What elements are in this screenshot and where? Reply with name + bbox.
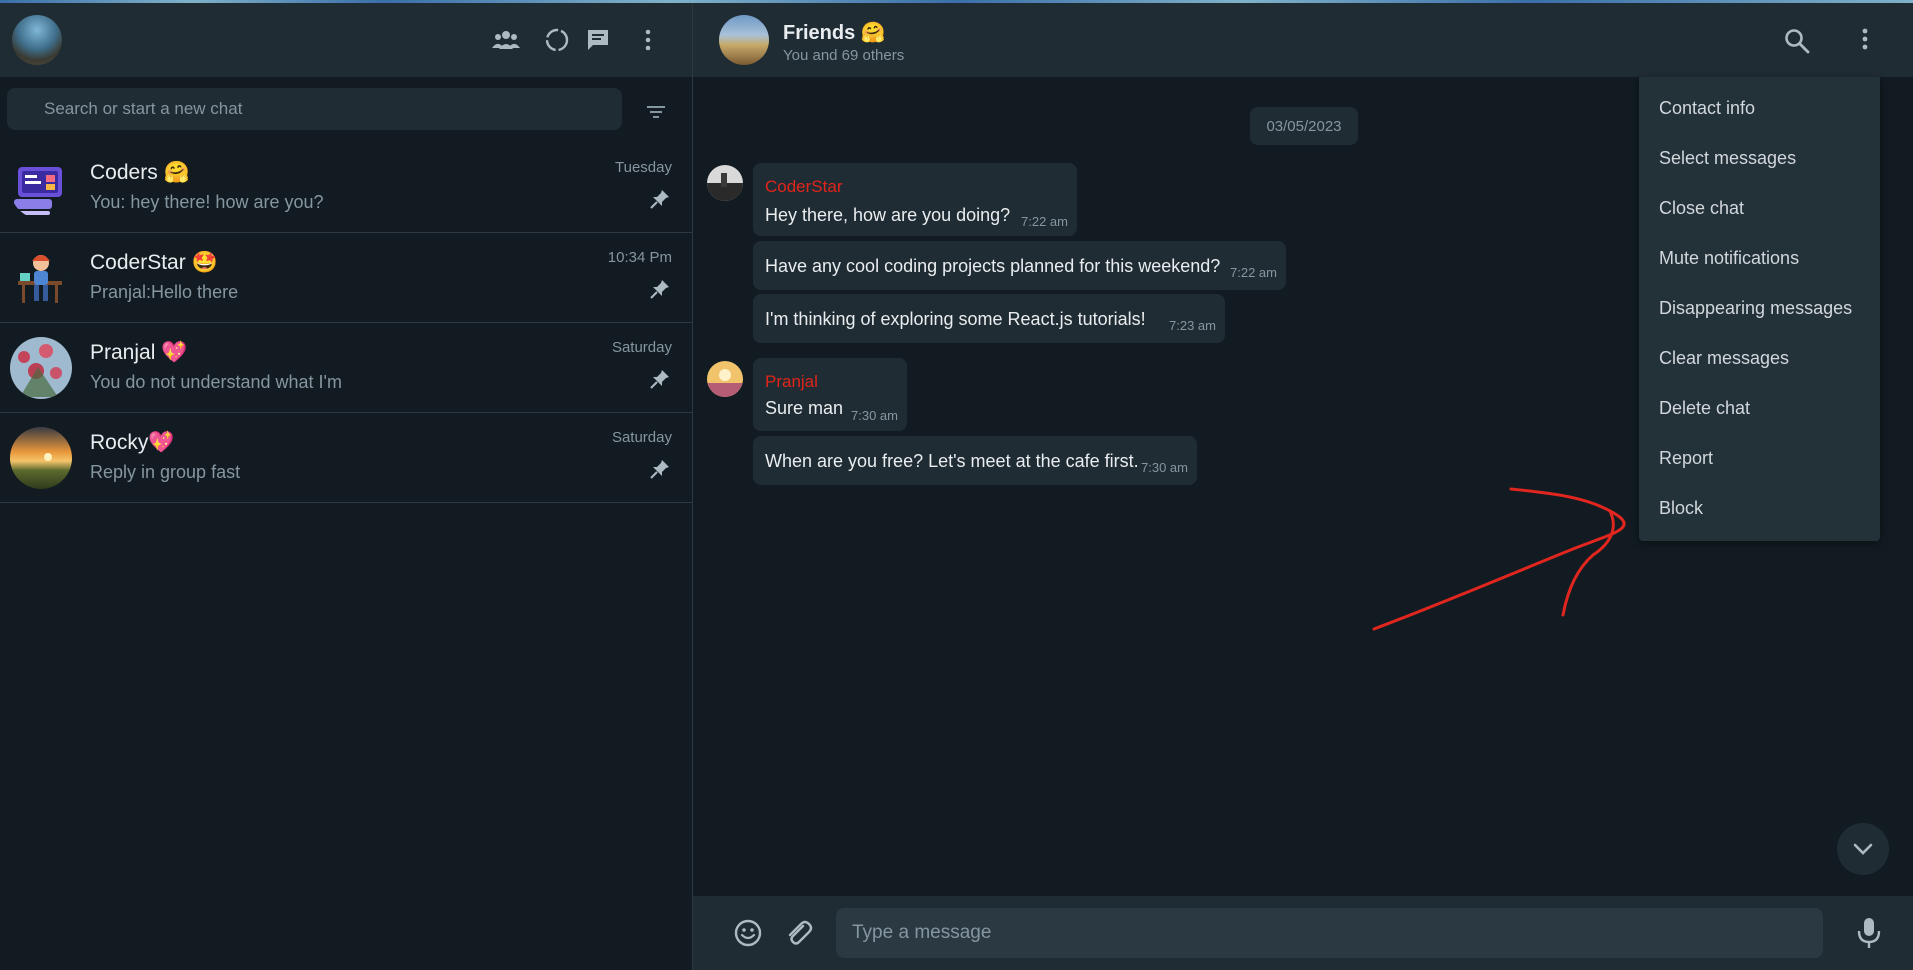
search-box	[7, 88, 622, 130]
conversation-pane: Friends 🤗 You and 69 others 03/05/2023 C…	[693, 3, 1913, 970]
menu-item-contact-info[interactable]: Contact info	[1639, 88, 1880, 128]
chat-name: CoderStar 🤩	[90, 251, 218, 274]
message-bubble[interactable]: CoderStar Hey there, how are you doing? …	[753, 163, 1077, 236]
microphone-icon[interactable]	[1853, 916, 1885, 950]
group-avatar[interactable]	[719, 15, 769, 65]
sender-name: CoderStar	[765, 177, 843, 196]
profile-avatar[interactable]	[12, 15, 62, 65]
chat-avatar	[10, 337, 72, 399]
menu-item-mute-notifications[interactable]: Mute notifications	[1639, 238, 1880, 278]
message-time: 7:23 am	[1169, 318, 1216, 333]
menu-item-clear-messages[interactable]: Clear messages	[1639, 338, 1880, 378]
chevron-down-icon	[1853, 843, 1873, 855]
message-text: Sure man	[765, 398, 844, 418]
sender-avatar[interactable]	[707, 361, 743, 397]
chat-list: Coders 🤗 You: hey there! how are you? Tu…	[0, 143, 692, 503]
chat-name: Rocky💖	[90, 431, 175, 454]
chat-preview: Reply in group fast	[90, 462, 241, 482]
chat-item-rocky[interactable]: Rocky💖 Reply in group fast Saturday	[0, 413, 692, 503]
pin-icon	[650, 369, 670, 389]
search-row	[0, 77, 692, 143]
chat-name: Coders 🤗	[90, 161, 190, 184]
message-text: When are you free? Let's meet at the caf…	[765, 451, 1139, 471]
chat-item-coderstar[interactable]: CoderStar 🤩 Pranjal:Hello there 10:34 Pm	[0, 233, 692, 323]
paperclip-icon[interactable]	[783, 918, 813, 948]
chat-time: Tuesday	[615, 159, 672, 176]
chat-preview: Pranjal:Hello there	[90, 282, 239, 302]
pin-icon	[650, 459, 670, 479]
chat-list-pane: Coders 🤗 You: hey there! how are you? Tu…	[0, 3, 693, 970]
chat-item-pranjal[interactable]: Pranjal 💖 You do not understand what I'm…	[0, 323, 692, 413]
new-chat-icon[interactable]	[583, 25, 613, 55]
menu-item-delete-chat[interactable]: Delete chat	[1639, 388, 1880, 428]
chat-preview: You do not understand what I'm	[90, 372, 342, 392]
message-text: Hey there, how are you doing?	[765, 205, 1011, 225]
message-text: I'm thinking of exploring some React.js …	[765, 309, 1146, 329]
message-time: 7:30 am	[851, 408, 898, 423]
message-bubble[interactable]: Have any cool coding projects planned fo…	[753, 241, 1286, 290]
chat-time: Saturday	[611, 339, 672, 356]
menu-item-disappearing-messages[interactable]: Disappearing messages	[1639, 288, 1880, 328]
menu-item-block[interactable]: Block	[1639, 488, 1880, 528]
chat-time: Saturday	[611, 429, 672, 446]
menu-icon[interactable]	[633, 25, 663, 55]
group-members: You and 69 others	[783, 47, 905, 64]
scroll-down-button[interactable]	[1837, 823, 1889, 875]
search-input[interactable]	[7, 88, 622, 130]
chat-preview: You: hey there! how are you?	[90, 192, 324, 212]
conversation-menu: Contact info Select messages Close chat …	[1639, 77, 1880, 541]
menu-icon[interactable]	[1861, 27, 1873, 53]
menu-item-close-chat[interactable]: Close chat	[1639, 188, 1880, 228]
chat-avatar	[10, 247, 72, 309]
chat-item-coders[interactable]: Coders 🤗 You: hey there! how are you? Tu…	[0, 143, 692, 233]
message-time: 7:30 am	[1141, 460, 1188, 475]
message-time: 7:22 am	[1021, 214, 1068, 229]
message-bubble[interactable]: Pranjal Sure man 7:30 am	[753, 358, 907, 431]
filter-icon[interactable]	[643, 99, 669, 125]
conversation-header[interactable]: Friends 🤗 You and 69 others	[693, 3, 1913, 77]
message-bubble[interactable]: When are you free? Let's meet at the caf…	[753, 436, 1197, 485]
chat-name: Pranjal 💖	[90, 341, 188, 364]
status-icon[interactable]	[542, 25, 572, 55]
message-bubble[interactable]: I'm thinking of exploring some React.js …	[753, 294, 1225, 343]
emoji-icon[interactable]	[733, 918, 763, 948]
message-composer	[693, 896, 1913, 970]
chat-avatar	[10, 427, 72, 489]
chat-avatar	[10, 157, 72, 219]
menu-item-report[interactable]: Report	[1639, 438, 1880, 478]
menu-item-select-messages[interactable]: Select messages	[1639, 138, 1880, 178]
community-icon[interactable]	[491, 25, 521, 55]
message-text: Have any cool coding projects planned fo…	[765, 256, 1221, 276]
message-time: 7:22 am	[1230, 265, 1277, 280]
sidebar-header	[0, 3, 692, 77]
sender-avatar[interactable]	[707, 165, 743, 201]
date-chip: 03/05/2023	[1250, 107, 1358, 145]
search-icon[interactable]	[1783, 27, 1811, 55]
sender-name: Pranjal	[765, 372, 818, 391]
pin-icon	[650, 279, 670, 299]
pin-icon	[650, 189, 670, 209]
message-input[interactable]	[836, 908, 1823, 958]
message-input-box	[836, 908, 1823, 958]
chat-time: 10:34 Pm	[607, 249, 672, 266]
group-name: Friends 🤗	[783, 22, 886, 44]
